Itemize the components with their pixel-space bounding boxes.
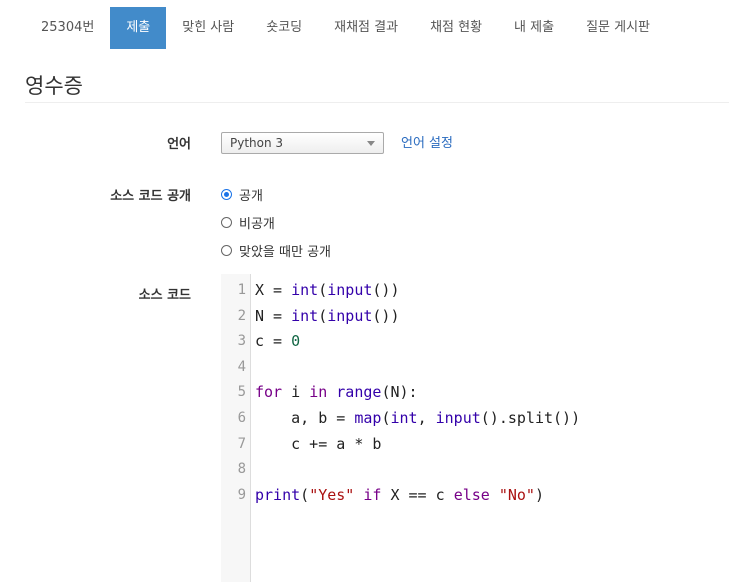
visibility-option-private[interactable]: 비공개	[221, 213, 275, 232]
radio-label: 공개	[239, 189, 263, 204]
code-text: c = 0	[255, 332, 301, 351]
code-text: a, b = map(int, input().split())	[255, 409, 581, 427]
language-settings-link[interactable]: 언어 설정	[401, 132, 453, 151]
line-number: 7	[237, 435, 246, 452]
page-title: 영수증	[25, 74, 83, 98]
radio-button[interactable]	[221, 217, 232, 228]
chevron-down-icon	[367, 141, 375, 146]
line-number: 1	[237, 282, 246, 298]
visibility-option-accepted-only[interactable]: 맞았을 때만 공개	[221, 241, 331, 260]
language-select[interactable]: Python 3	[221, 132, 384, 154]
visibility-option-public[interactable]: 공개	[221, 185, 263, 204]
code-text: for i in range(N):	[255, 383, 418, 402]
tab-board[interactable]: 질문 게시판	[570, 7, 666, 49]
tab-short-coding[interactable]: 숏코딩	[250, 7, 318, 49]
language-label: 언어	[167, 137, 191, 152]
tab-problem[interactable]: 25304번	[25, 7, 110, 49]
line-number: 6	[237, 410, 246, 426]
line-number: 2	[237, 307, 246, 324]
line-number: 8	[237, 461, 246, 478]
tab-rejudge-results[interactable]: 재채점 결과	[318, 7, 414, 49]
tab-submit[interactable]: 제출	[110, 7, 167, 49]
visibility-label: 소스 코드 공개	[110, 189, 191, 204]
radio-button[interactable]	[221, 245, 232, 256]
code-text: X = int(input())	[255, 281, 400, 299]
tab-status[interactable]: 채점 현황	[414, 7, 498, 49]
title-divider	[25, 102, 729, 103]
source-code-label: 소스 코드	[138, 288, 191, 303]
code-text: print("Yes" if X == c else "No")	[255, 485, 544, 504]
line-number: 3	[237, 333, 246, 350]
line-number: 4	[237, 358, 246, 375]
radio-label: 맞았을 때만 공개	[239, 245, 331, 260]
problem-tabs: 25304번 제출 맞힌 사람 숏코딩 재채점 결과 채점 현황 내 제출 질문…	[25, 7, 666, 49]
line-number: 5	[237, 384, 246, 401]
tab-my-submissions[interactable]: 내 제출	[498, 7, 570, 49]
radio-button-checked[interactable]	[221, 189, 232, 200]
code-text: c += a * b	[255, 434, 382, 453]
code-text: N = int(input())	[255, 306, 400, 325]
line-number: 9	[237, 486, 246, 503]
tab-solved-users[interactable]: 맞힌 사람	[166, 7, 250, 49]
code-editor[interactable]: 1 X = int(input()) 2 N = int(input()) 3 c = 0…	[221, 274, 729, 582]
language-select-value: Python 3	[230, 136, 284, 150]
radio-label: 비공개	[239, 217, 275, 232]
